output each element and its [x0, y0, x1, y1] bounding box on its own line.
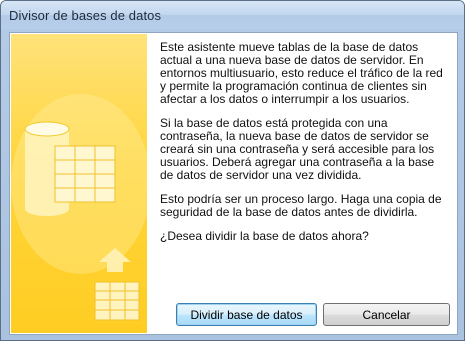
wizard-dialog: Divisor de bases de datos Este asistente…: [0, 0, 465, 341]
password-warning-paragraph: Si la base de datos está protegida con u…: [160, 116, 435, 182]
database-split-icon: [11, 94, 147, 321]
backup-advice-paragraph: Esto podría ser un proceso largo. Haga u…: [160, 192, 442, 219]
title-bar[interactable]: Divisor de bases de datos: [1, 1, 464, 29]
description-paragraph: Este asistente mueve tablas de la base d…: [160, 40, 443, 106]
confirmation-question: ¿Desea dividir la base de datos ahora?: [160, 229, 369, 243]
instructions-text: Este asistente mueve tablas de la base d…: [160, 41, 450, 254]
window-title: Divisor de bases de datos: [9, 8, 162, 23]
split-database-button[interactable]: Dividir base de datos: [176, 303, 317, 326]
cancel-button[interactable]: Cancelar: [323, 303, 450, 326]
dialog-content: Este asistente mueve tablas de la base d…: [9, 32, 458, 335]
illustration-panel: [11, 34, 147, 333]
